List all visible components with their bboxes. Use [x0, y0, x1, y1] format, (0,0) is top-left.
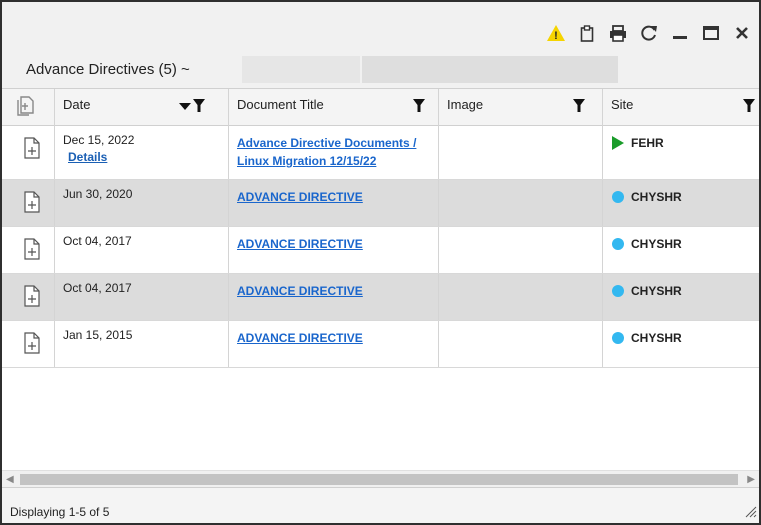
site-label: CHYSHR	[631, 331, 682, 345]
redacted-block	[242, 56, 360, 83]
table-row[interactable]: Jun 30, 2020 ADVANCE DIRECTIVE CHYSHR	[2, 180, 759, 227]
document-title-line: Linux Migration 12/15/22	[237, 154, 377, 168]
widget-footer: Displaying 1-5 of 5	[2, 487, 759, 523]
title-cell: ADVANCE DIRECTIVE	[228, 227, 438, 273]
document-plus-icon[interactable]	[24, 238, 40, 263]
widget-toolbar: !	[545, 22, 753, 44]
table-row[interactable]: Jan 15, 2015 ADVANCE DIRECTIVE CHYSHR	[2, 321, 759, 368]
site-cell: CHYSHR	[602, 274, 759, 320]
row-date: Oct 04, 2017	[63, 234, 132, 248]
document-title-link[interactable]: ADVANCE DIRECTIVE	[237, 235, 363, 253]
grid-header: Date Document Title Image Site	[2, 89, 759, 126]
details-link[interactable]: Details	[68, 150, 107, 164]
title-cell: ADVANCE DIRECTIVE	[228, 321, 438, 367]
column-header-document-title[interactable]: Document Title	[228, 89, 438, 126]
column-header-site[interactable]: Site	[602, 89, 759, 126]
row-date: Jan 15, 2015	[63, 328, 133, 342]
svg-text:!: !	[554, 30, 558, 42]
column-label: Date	[63, 97, 91, 112]
image-cell	[438, 180, 602, 226]
site-dot-icon	[612, 332, 624, 344]
site-label: CHYSHR	[631, 284, 682, 298]
row-icon-cell	[2, 321, 54, 367]
filter-icon[interactable]	[573, 99, 585, 115]
minimize-icon[interactable]	[669, 22, 691, 44]
document-title-link[interactable]: ADVANCE DIRECTIVE	[237, 329, 363, 347]
maximize-icon[interactable]	[700, 22, 722, 44]
document-plus-icon[interactable]	[24, 332, 40, 357]
row-icon-cell	[2, 227, 54, 273]
document-title-link[interactable]: ADVANCE DIRECTIVE	[237, 188, 363, 206]
column-label: Document Title	[237, 97, 324, 112]
row-icon-cell	[2, 180, 54, 226]
scrollbar-thumb[interactable]	[20, 474, 738, 485]
filter-icon[interactable]	[413, 99, 425, 115]
image-cell	[438, 321, 602, 367]
filter-icon[interactable]	[743, 99, 755, 115]
column-header-date[interactable]: Date	[54, 89, 228, 126]
image-cell	[438, 126, 602, 179]
advance-directives-widget: ! Advance Directives (5) ~ Date Document…	[0, 0, 761, 525]
site-label: FEHR	[631, 136, 664, 150]
scroll-right-arrow-icon[interactable]: ▶	[747, 474, 755, 485]
title-cell: ADVANCE DIRECTIVE	[228, 180, 438, 226]
site-label: CHYSHR	[631, 190, 682, 204]
refresh-icon[interactable]	[638, 22, 660, 44]
site-cell: CHYSHR	[602, 227, 759, 273]
warning-icon[interactable]: !	[545, 22, 567, 44]
filter-icon[interactable]	[193, 99, 205, 115]
column-label: Image	[447, 97, 484, 112]
document-plus-icon[interactable]	[24, 285, 40, 310]
image-cell	[438, 227, 602, 273]
clipboard-icon[interactable]	[576, 22, 598, 44]
resize-handle-icon[interactable]	[743, 504, 757, 521]
table-row[interactable]: Oct 04, 2017 ADVANCE DIRECTIVE CHYSHR	[2, 274, 759, 321]
print-icon[interactable]	[607, 22, 629, 44]
date-cell: Oct 04, 2017	[54, 227, 228, 273]
table-row[interactable]: Oct 04, 2017 ADVANCE DIRECTIVE CHYSHR	[2, 227, 759, 274]
site-cell: FEHR	[602, 126, 759, 179]
record-count-status: Displaying 1-5 of 5	[10, 505, 110, 519]
document-title-link[interactable]: ADVANCE DIRECTIVE	[237, 282, 363, 300]
column-header-image[interactable]: Image	[438, 89, 602, 126]
date-cell: Dec 15, 2022 Details	[54, 126, 228, 179]
table-row[interactable]: Dec 15, 2022 Details Advance Directive D…	[2, 126, 759, 180]
date-cell: Jan 15, 2015	[54, 321, 228, 367]
redacted-block	[362, 56, 618, 83]
document-plus-icon[interactable]	[24, 137, 40, 162]
date-cell: Oct 04, 2017	[54, 274, 228, 320]
site-triangle-icon	[612, 136, 624, 150]
horizontal-scrollbar[interactable]: ◀ ▶	[2, 470, 759, 487]
document-title-link[interactable]: Advance Directive Documents / Linux Migr…	[237, 134, 416, 170]
title-cell: ADVANCE DIRECTIVE	[228, 274, 438, 320]
scroll-left-arrow-icon[interactable]: ◀	[6, 474, 14, 485]
site-dot-icon	[612, 191, 624, 203]
row-icon-cell	[2, 126, 54, 179]
site-cell: CHYSHR	[602, 321, 759, 367]
date-cell: Jun 30, 2020	[54, 180, 228, 226]
row-date: Dec 15, 2022	[63, 133, 135, 147]
widget-header: ! Advance Directives (5) ~	[2, 2, 759, 89]
site-dot-icon	[612, 285, 624, 297]
row-icon-cell	[2, 274, 54, 320]
widget-title[interactable]: Advance Directives (5) ~	[26, 61, 190, 78]
column-label: Site	[611, 97, 634, 112]
header-documents-icon[interactable]	[2, 89, 50, 126]
sort-desc-icon[interactable]	[179, 99, 191, 114]
image-cell	[438, 274, 602, 320]
title-cell: Advance Directive Documents / Linux Migr…	[228, 126, 438, 179]
row-date: Oct 04, 2017	[63, 281, 132, 295]
site-cell: CHYSHR	[602, 180, 759, 226]
close-icon[interactable]	[731, 22, 753, 44]
site-label: CHYSHR	[631, 237, 682, 251]
site-dot-icon	[612, 238, 624, 250]
document-title-line: Advance Directive Documents /	[237, 136, 417, 150]
document-plus-icon[interactable]	[24, 191, 40, 216]
row-date: Jun 30, 2020	[63, 187, 133, 201]
